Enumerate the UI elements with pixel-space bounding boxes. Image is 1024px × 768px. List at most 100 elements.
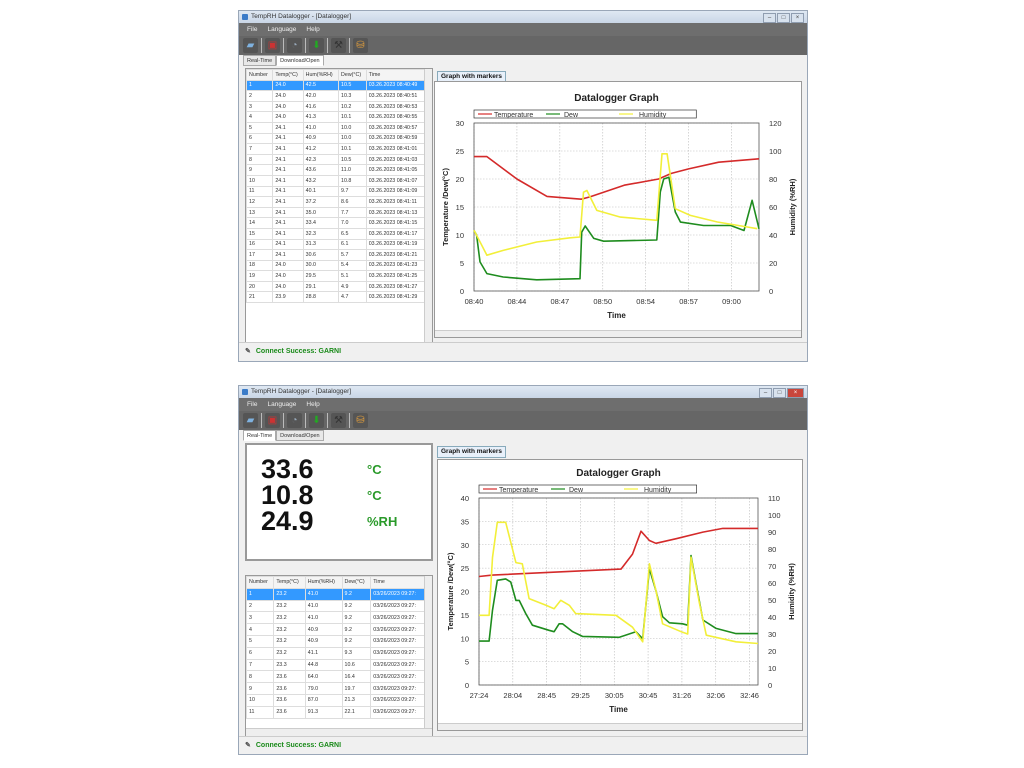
open-folder-icon[interactable]: ▰ [243, 38, 258, 53]
table-row[interactable]: 9 23.6 79.0 19.7 03/26/2023 09:27: [246, 682, 426, 695]
database-icon[interactable]: ⛁ [353, 38, 368, 53]
y-tick-label: 25 [461, 564, 469, 573]
table-row[interactable]: 17 24.1 30.6 5.7 03.26.2023 08:41:21 [246, 249, 427, 261]
column-header[interactable]: Dew(°C) [338, 69, 367, 81]
table-row[interactable]: 15 24.1 32.3 6.5 03.26.2023 08:41:17 [246, 227, 427, 240]
table-row[interactable]: 6 23.2 41.1 9.3 03/26/2023 09:27: [246, 646, 426, 660]
chart-horizontal-scrollbar[interactable] [438, 723, 802, 730]
status-text: Connect Success: GARNI [255, 348, 342, 355]
table-cell: 24.1 [272, 185, 304, 198]
table-row[interactable]: 5 23.2 40.9 9.2 03/26/2023 09:27: [246, 634, 426, 648]
menu-help[interactable]: Help [306, 23, 319, 36]
column-header[interactable]: Hum(%RH) [304, 576, 343, 589]
menu-file[interactable]: File [247, 398, 257, 411]
toolbar-separator [261, 413, 262, 428]
database-icon[interactable]: ⛁ [353, 413, 368, 428]
table-row[interactable]: 20 24.0 29.1 4.9 03.26.2023 08:41:27 [246, 280, 427, 293]
table-row[interactable]: 14 24.1 33.4 7.0 03.26.2023 08:41:15 [246, 217, 427, 229]
table-row[interactable]: 10 23.6 87.0 21.3 03/26/2023 09:27: [246, 693, 426, 707]
table-cell: 87.0 [304, 693, 343, 707]
save-icon[interactable]: ▣ [265, 413, 280, 428]
column-header[interactable]: Temp(°C) [272, 69, 304, 81]
table-row[interactable]: 8 23.6 64.0 16.4 03/26/2023 09:27: [246, 670, 426, 684]
table-row[interactable]: 19 24.0 29.5 5.1 03.26.2023 08:41:25 [246, 270, 427, 282]
tab-download-open[interactable]: Download/Open [276, 55, 324, 66]
menu-help[interactable]: Help [306, 398, 319, 411]
data-table-panel: Number Temp(°C) Hum(%RH) Dew(°C) Time 1 24.0 42… [245, 68, 433, 343]
menu-file[interactable]: File [247, 23, 257, 36]
table-cell: 42.0 [302, 90, 340, 102]
table-row[interactable]: 8 24.1 42.3 10.5 03.26.2023 08:41:03 [246, 153, 427, 166]
toolbar-separator [261, 38, 262, 53]
column-header[interactable]: Number [246, 69, 274, 81]
table-row[interactable]: 10 24.1 43.2 10.8 03.26.2023 08:41:07 [246, 174, 427, 187]
table-row[interactable]: 2 24.0 42.0 10.3 03.26.2023 08:40:51 [246, 90, 427, 102]
minimize-button[interactable]: – [759, 388, 772, 398]
table-row[interactable]: 2 23.2 41.0 9.2 03/26/2023 09:27: [246, 599, 426, 613]
tools-icon[interactable]: ⚒ [331, 38, 346, 53]
table-cell: 03/26/2023 09:27: [370, 587, 426, 601]
table-row[interactable]: 13 24.1 35.0 7.7 03.26.2023 08:41:13 [246, 206, 427, 219]
table-cell: 03.26.2023 08:40:55 [365, 111, 427, 123]
vertical-scrollbar[interactable] [424, 69, 432, 342]
table-row[interactable]: 11 23.6 91.3 22.1 03/26/2023 09:27: [246, 705, 426, 719]
table-cell: 03/26/2023 09:27: [370, 693, 426, 707]
download-icon[interactable]: ⬇ [309, 413, 324, 428]
tab-download-open[interactable]: Download/Open [276, 430, 324, 441]
close-button[interactable]: × [791, 13, 804, 23]
maximize-button[interactable]: □ [777, 13, 790, 23]
table-row[interactable]: 21 23.9 28.8 4.7 03.26.2023 08:41:29 [246, 291, 427, 304]
table-row[interactable]: 11 24.1 40.1 9.7 03.26.2023 08:41:09 [246, 185, 427, 198]
save-icon[interactable]: ▣ [265, 38, 280, 53]
table-row[interactable]: 5 24.1 41.0 10.0 03.26.2023 08:40:57 [246, 121, 427, 134]
table-row[interactable]: 9 24.1 43.6 11.0 03.26.2023 08:41:05 [246, 164, 427, 176]
tab-real-time[interactable]: Real-Time [243, 430, 277, 441]
clock-icon[interactable]: ◔ [287, 413, 302, 428]
menu-language[interactable]: Language [267, 23, 296, 36]
minimize-button[interactable]: – [763, 13, 776, 23]
chart-horizontal-scrollbar[interactable] [435, 330, 801, 337]
table-row[interactable]: 1 24.0 42.5 10.5 03.26.2023 08:40:49 [246, 79, 427, 92]
y2-tick-label: 20 [769, 259, 777, 268]
y2-tick-label: 10 [768, 664, 776, 673]
table-row[interactable]: 1 23.2 41.0 9.2 03/26/2023 09:27: [246, 587, 426, 601]
table-row[interactable]: 16 24.1 31.3 6.1 03.26.2023 08:41:19 [246, 238, 427, 251]
close-button[interactable]: × [787, 388, 804, 398]
x-tick-label: 08:47 [550, 297, 569, 306]
realtime-panel: 33.6 °C 10.8 °C 24.9 %RH [245, 443, 433, 561]
table-row[interactable]: 3 23.2 41.0 9.2 03/26/2023 09:27: [246, 611, 426, 625]
tab-real-time[interactable]: Real-Time [243, 55, 277, 66]
table-row[interactable]: 7 24.1 41.2 10.1 03.26.2023 08:41:01 [246, 143, 427, 155]
horizontal-scrollbar[interactable] [246, 728, 432, 736]
graph-tab[interactable]: Graph with markers [437, 446, 507, 458]
maximize-button[interactable]: □ [773, 388, 786, 398]
table-row[interactable]: 6 24.1 40.9 10.0 03.26.2023 08:40:59 [246, 132, 427, 145]
table-row[interactable]: 18 24.0 30.0 5.4 03.26.2023 08:41:23 [246, 259, 427, 272]
table-row[interactable]: 4 24.0 41.3 10.1 03.26.2023 08:40:55 [246, 111, 427, 123]
table-row[interactable]: 12 24.1 37.2 8.6 03.26.2023 08:41:11 [246, 196, 427, 208]
vertical-scrollbar[interactable] [424, 576, 432, 736]
column-header[interactable]: Time [365, 69, 427, 81]
column-header[interactable]: Number [246, 576, 275, 589]
table-cell: 03/26/2023 09:27: [370, 705, 426, 719]
tools-icon[interactable]: ⚒ [331, 413, 346, 428]
column-header[interactable]: Temp(°C) [273, 576, 306, 589]
table-cell: 3 [246, 100, 274, 113]
x-tick-label: 08:57 [679, 297, 698, 306]
table-cell: 03.26.2023 08:41:17 [365, 227, 427, 240]
menu-language[interactable]: Language [267, 398, 296, 411]
download-icon[interactable]: ⬇ [309, 38, 324, 53]
table-cell: 24.1 [272, 238, 304, 251]
clock-icon[interactable]: ◔ [287, 38, 302, 53]
realtime-unit: %RH [367, 514, 398, 529]
table-cell: 24.0 [272, 280, 304, 293]
table-row[interactable]: 3 24.0 41.6 10.2 03.26.2023 08:40:53 [246, 100, 427, 113]
column-header[interactable]: Dew(°C) [341, 576, 372, 589]
table-row[interactable]: 7 23.3 44.8 10.6 03/26/2023 09:27: [246, 658, 426, 672]
column-header[interactable]: Time [370, 576, 426, 589]
table-row[interactable]: 4 23.2 40.9 9.2 03/26/2023 09:27: [246, 623, 426, 636]
table-cell: 79.0 [304, 682, 343, 695]
column-header[interactable]: Hum(%RH) [302, 69, 340, 81]
open-folder-icon[interactable]: ▰ [243, 413, 258, 428]
table-cell: 7 [246, 143, 274, 155]
